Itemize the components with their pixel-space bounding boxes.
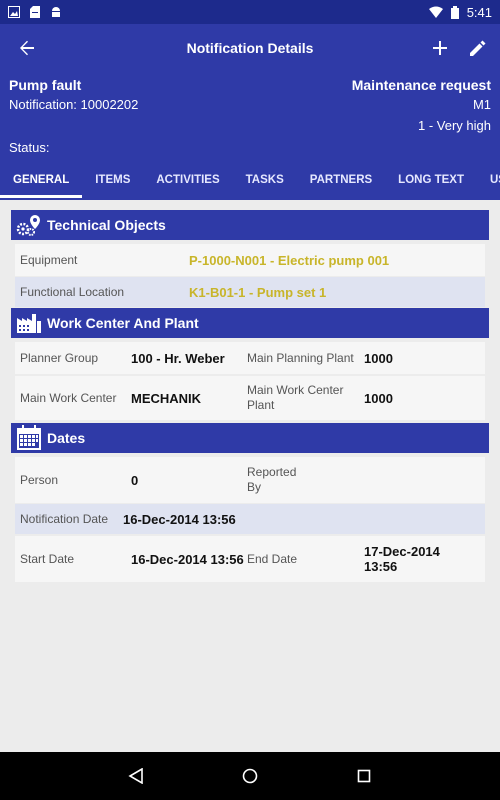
notification-summary: Pump fault Notification: 10002202 Mainte… — [0, 72, 500, 200]
end-date-label: End Date — [247, 552, 298, 566]
status-bar-system: 5:41 — [428, 4, 492, 20]
circle-home-icon — [242, 768, 258, 784]
status-bar: 5:41 — [0, 0, 500, 24]
dates-title: Dates — [47, 430, 86, 446]
functional-location-link[interactable]: K1-B01-1 - Pump set 1 — [189, 285, 326, 300]
work-center-header: Work Center And Plant — [11, 308, 489, 338]
dates-header: Dates — [11, 423, 489, 453]
notification-title: Pump fault — [9, 77, 82, 93]
work-center-body: Planner Group 100 - Hr. Weber Main Plann… — [11, 338, 489, 422]
tab-bar: GENERAL ITEMS ACTIVITIES TASKS PARTNERS … — [0, 168, 500, 200]
tab-general[interactable]: GENERAL — [0, 168, 83, 200]
notification-code: M1 — [472, 97, 491, 112]
technical-objects-title: Technical Objects — [47, 217, 166, 233]
tab-items[interactable]: ITEMS — [82, 168, 143, 200]
equipment-label: Equipment — [20, 253, 78, 267]
notification-type: Maintenance request — [351, 77, 491, 93]
android-icon — [50, 6, 62, 18]
main-work-center-label: Main Work Center — [20, 391, 117, 405]
sd-card-icon — [30, 6, 40, 18]
triangle-back-icon — [128, 768, 143, 784]
page-title: Notification Details — [186, 40, 314, 56]
app-header: Notification Details Pump fault Notifica… — [0, 24, 500, 200]
work-center-title: Work Center And Plant — [47, 315, 199, 331]
notification-number: Notification: 10002202 — [9, 97, 139, 112]
tab-long-text[interactable]: LONG TEXT — [385, 168, 477, 200]
tab-activities[interactable]: ACTIVITIES — [143, 168, 232, 200]
tab-partners[interactable]: PARTNERS — [297, 168, 385, 200]
person-label: Person — [20, 473, 59, 487]
start-date-value: 16-Dec-2014 13:56 — [131, 551, 244, 567]
person-value: 0 — [131, 472, 139, 488]
functional-location-row: Functional Location K1-B01-1 - Pump set … — [15, 277, 485, 307]
dates-body: Person 0 Reported By Notification Date 1… — [11, 453, 489, 584]
image-icon — [8, 6, 20, 18]
square-recents-icon — [357, 769, 371, 783]
end-date-value: 17-Dec-2014 13:56 — [364, 544, 440, 574]
plus-icon — [433, 41, 447, 55]
clock: 5:41 — [466, 4, 492, 20]
planner-group-label: Planner Group — [20, 351, 99, 365]
planner-group-value: 100 - Hr. Weber — [131, 350, 225, 366]
main-work-center-plant-value: 1000 — [364, 390, 393, 406]
add-button[interactable] — [428, 36, 452, 60]
main-work-center-row: Main Work Center MECHANIK Main Work Cent… — [15, 376, 485, 420]
gears-location-icon — [15, 213, 43, 237]
factory-icon — [15, 311, 43, 335]
main-work-center-plant-label: Main Work Center Plant — [247, 383, 344, 412]
notification-priority: 1 - Very high — [418, 118, 491, 133]
start-end-date-row: Start Date 16-Dec-2014 13:56 End Date 17… — [15, 536, 485, 582]
system-nav-bar — [0, 752, 500, 800]
toolbar: Notification Details — [0, 24, 500, 72]
notification-date-row: Notification Date 16-Dec-2014 13:56 — [15, 504, 485, 534]
main-work-center-value: MECHANIK — [131, 390, 202, 406]
technical-objects-header: Technical Objects — [11, 210, 489, 240]
person-row: Person 0 Reported By — [15, 457, 485, 503]
main-planning-plant-value: 1000 — [364, 350, 393, 366]
notification-status-label: Status: — [9, 140, 50, 155]
equipment-link[interactable]: P-1000-N001 - Electric pump 001 — [189, 253, 389, 268]
status-bar-notifications — [8, 6, 62, 18]
nav-home-button[interactable] — [238, 764, 262, 788]
tab-tasks[interactable]: TASKS — [233, 168, 297, 200]
main-planning-plant-label: Main Planning Plant — [247, 351, 354, 365]
general-tab-content: Technical Objects Equipment P-1000-N001 … — [11, 210, 489, 584]
technical-objects-body: Equipment P-1000-N001 - Electric pump 00… — [11, 240, 489, 309]
wifi-icon — [428, 6, 443, 18]
edit-button[interactable] — [466, 36, 490, 60]
tab-user-status[interactable]: USER ST — [477, 168, 500, 200]
battery-icon — [450, 5, 459, 19]
notification-date-label: Notification Date — [20, 512, 109, 526]
pencil-icon — [470, 40, 486, 56]
functional-location-label: Functional Location — [20, 285, 125, 299]
notification-date-value: 16-Dec-2014 13:56 — [123, 511, 236, 527]
start-date-label: Start Date — [20, 552, 75, 566]
nav-back-button[interactable] — [124, 764, 148, 788]
nav-recents-button[interactable] — [352, 764, 376, 788]
reported-by-label: Reported By — [247, 465, 297, 494]
calendar-icon — [15, 425, 43, 450]
equipment-row: Equipment P-1000-N001 - Electric pump 00… — [15, 244, 485, 276]
planner-group-row: Planner Group 100 - Hr. Weber Main Plann… — [15, 342, 485, 374]
